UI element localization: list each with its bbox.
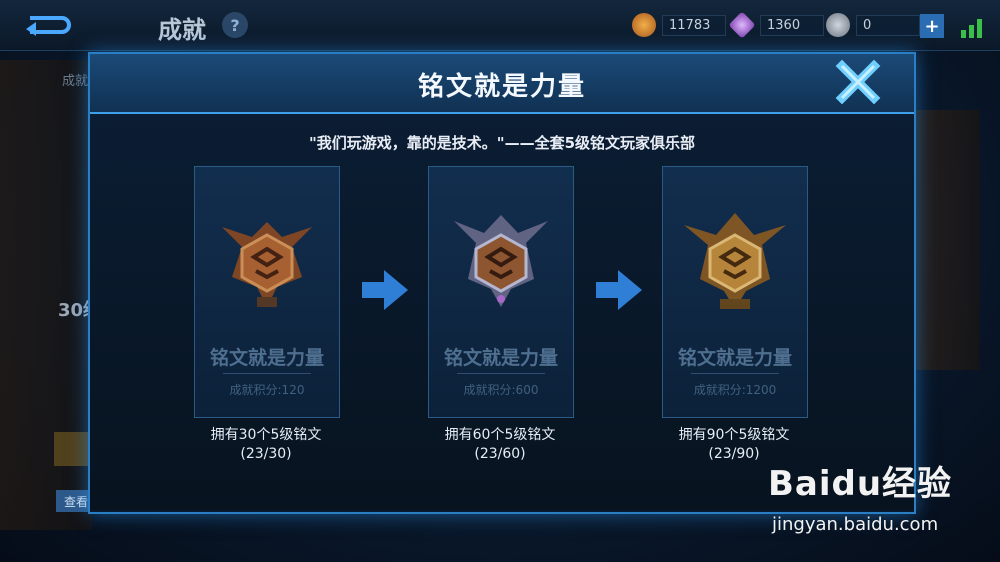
gold-resource: 11783 <box>632 12 726 38</box>
card-divider <box>457 373 545 374</box>
close-icon[interactable] <box>834 60 882 104</box>
voucher-resource: 0 <box>826 12 920 38</box>
background-tab-label: 成就 <box>62 74 89 89</box>
gold-coin-icon <box>632 13 656 37</box>
achievement-card-tier-2[interactable]: 铭文就是力量 成就积分:600 <box>428 166 574 418</box>
card-title: 铭文就是力量 <box>443 347 558 369</box>
add-currency-button[interactable]: + <box>920 14 944 38</box>
gold-value: 11783 <box>662 14 726 36</box>
achievement-quote: "我们玩游戏，靠的是技术。"——全套5级铭文玩家俱乐部 <box>308 134 696 152</box>
progress-text: (23/30) <box>240 446 292 462</box>
bronze-trophy-icon <box>222 222 312 307</box>
achievement-modal: 铭文就是力量 "我们玩游戏，靠的是技术。"——全套5级铭文玩家俱乐部 铭文就是力… <box>88 52 916 514</box>
page-title: 成就 <box>158 16 206 44</box>
diamond-value: 1360 <box>760 14 824 36</box>
diamond-resource: 1360 <box>728 11 824 39</box>
back-icon[interactable] <box>22 12 74 38</box>
background-right-card <box>915 110 980 370</box>
card-title: 铭文就是力量 <box>677 347 792 369</box>
tier-1-requirement: 拥有30个5级铭文 (23/30) <box>166 426 366 464</box>
card-title: 铭文就是力量 <box>209 347 324 369</box>
help-button[interactable]: ? <box>222 12 248 38</box>
progress-text: (23/60) <box>474 446 526 462</box>
watermark-url: jingyan.baidu.com <box>772 514 939 535</box>
baidu-watermark: Baidu经验 jingyan.baidu.com <box>768 452 988 542</box>
card-divider <box>691 373 779 374</box>
next-tier-arrow-icon <box>596 270 642 310</box>
card-divider <box>223 373 311 374</box>
requirement-text: 拥有90个5级铭文 <box>678 427 790 443</box>
next-tier-arrow-icon <box>362 270 408 310</box>
voucher-icon <box>826 13 850 37</box>
top-bar: 成就 ? 11783 1360 0 + <box>0 0 1000 51</box>
achievement-card-tier-3[interactable]: 铭文就是力量 成就积分:1200 <box>662 166 808 418</box>
requirement-text: 拥有60个5级铭文 <box>444 427 556 443</box>
requirement-text: 拥有30个5级铭文 <box>210 427 322 443</box>
achievement-card-tier-1[interactable]: 铭文就是力量 成就积分:120 <box>194 166 340 418</box>
modal-title: 铭文就是力量 <box>417 72 586 102</box>
signal-icon <box>961 19 982 38</box>
tier-2-requirement: 拥有60个5级铭文 (23/60) <box>400 426 600 464</box>
card-points: 成就积分:600 <box>463 383 539 397</box>
gold-trophy-icon <box>684 213 786 309</box>
silver-trophy-icon <box>454 215 548 307</box>
diamond-icon <box>728 11 756 39</box>
voucher-value: 0 <box>856 14 920 36</box>
card-points: 成就积分:1200 <box>693 383 777 397</box>
card-points: 成就积分:120 <box>229 383 305 397</box>
watermark-brand: Baidu经验 <box>768 464 953 504</box>
modal-header: 铭文就是力量 <box>90 54 914 114</box>
